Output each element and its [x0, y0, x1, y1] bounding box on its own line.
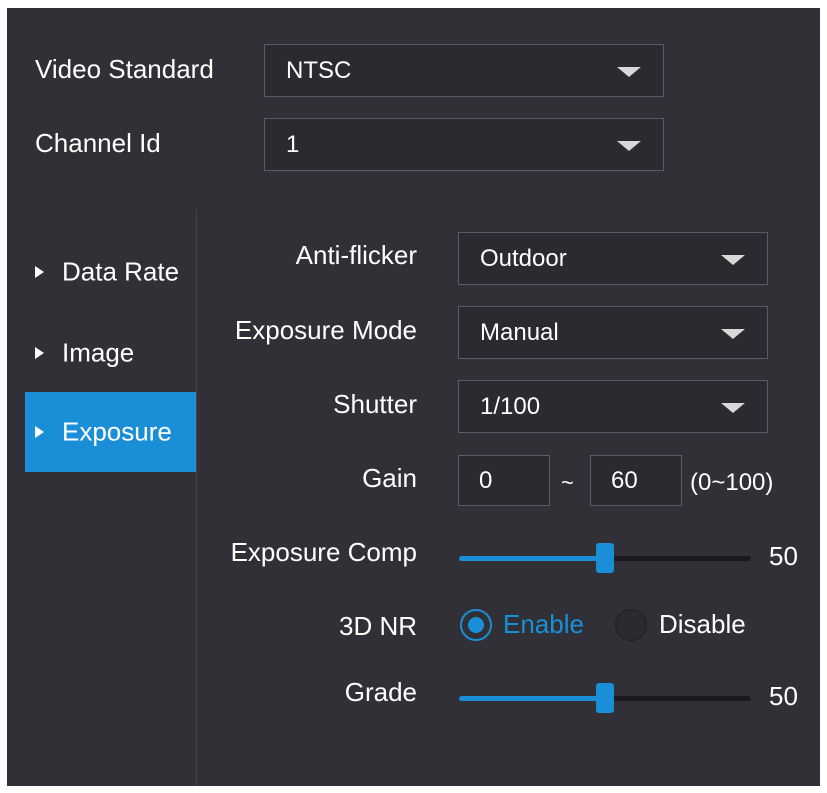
3d-nr-label: 3D NR — [338, 611, 417, 641]
anti-flicker-label: Anti-flicker — [295, 240, 417, 270]
slider-fill — [459, 696, 605, 701]
video-standard-value: NTSC — [286, 56, 352, 84]
grade-slider[interactable] — [459, 683, 751, 713]
chevron-down-icon — [721, 328, 745, 339]
grade-value: 50 — [769, 681, 798, 711]
gain-min-field[interactable] — [458, 455, 550, 506]
slider-handle[interactable] — [596, 543, 614, 573]
grade-label: Grade — [344, 677, 417, 707]
shutter-select[interactable]: 1/100 — [458, 380, 768, 433]
caret-right-icon — [35, 266, 44, 278]
sidebar-divider — [196, 210, 197, 786]
3d-nr-disable-label[interactable]: Disable — [659, 609, 746, 639]
channel-id-select[interactable]: 1 — [264, 118, 664, 171]
exposure-comp-label: Exposure Comp — [230, 537, 417, 567]
anti-flicker-select[interactable]: Outdoor — [458, 232, 768, 285]
slider-fill — [459, 556, 605, 561]
chevron-down-icon — [617, 140, 641, 151]
radio-dot — [468, 617, 484, 633]
exposure-mode-value: Manual — [480, 318, 559, 346]
video-standard-select[interactable]: NTSC — [264, 44, 664, 97]
gain-min-input[interactable] — [459, 456, 549, 505]
exposure-mode-label: Exposure Mode — [234, 315, 417, 345]
gain-range-separator: ~ — [561, 470, 574, 495]
caret-right-icon — [35, 347, 44, 359]
shutter-label: Shutter — [333, 389, 417, 419]
channel-id-label: Channel Id — [35, 128, 161, 158]
gain-max-field[interactable] — [590, 455, 682, 506]
gain-label: Gain — [362, 463, 417, 493]
anti-flicker-value: Outdoor — [480, 244, 567, 272]
exposure-mode-select[interactable]: Manual — [458, 306, 768, 359]
sidebar-item-image[interactable]: Image — [25, 313, 196, 393]
chevron-down-icon — [721, 402, 745, 413]
sidebar-item-data-rate[interactable]: Data Rate — [25, 232, 196, 312]
sidebar-item-label: Image — [62, 337, 135, 368]
3d-nr-enable-radio[interactable] — [460, 609, 492, 641]
sidebar-item-label: Exposure — [62, 416, 172, 447]
channel-id-value: 1 — [286, 130, 300, 158]
video-standard-label: Video Standard — [35, 54, 214, 84]
chevron-down-icon — [617, 66, 641, 77]
3d-nr-disable-radio[interactable] — [615, 609, 647, 641]
3d-nr-enable-label[interactable]: Enable — [503, 609, 584, 639]
sidebar-item-exposure[interactable]: Exposure — [25, 392, 196, 472]
shutter-value: 1/100 — [480, 392, 541, 420]
gain-max-input[interactable] — [591, 456, 681, 505]
chevron-down-icon — [721, 254, 745, 265]
caret-right-icon — [35, 426, 44, 438]
sidebar-item-label: Data Rate — [62, 256, 180, 287]
gain-range-hint: (0~100) — [690, 469, 774, 496]
exposure-comp-value: 50 — [769, 541, 798, 571]
exposure-comp-slider[interactable] — [459, 543, 751, 573]
slider-handle[interactable] — [596, 683, 614, 713]
